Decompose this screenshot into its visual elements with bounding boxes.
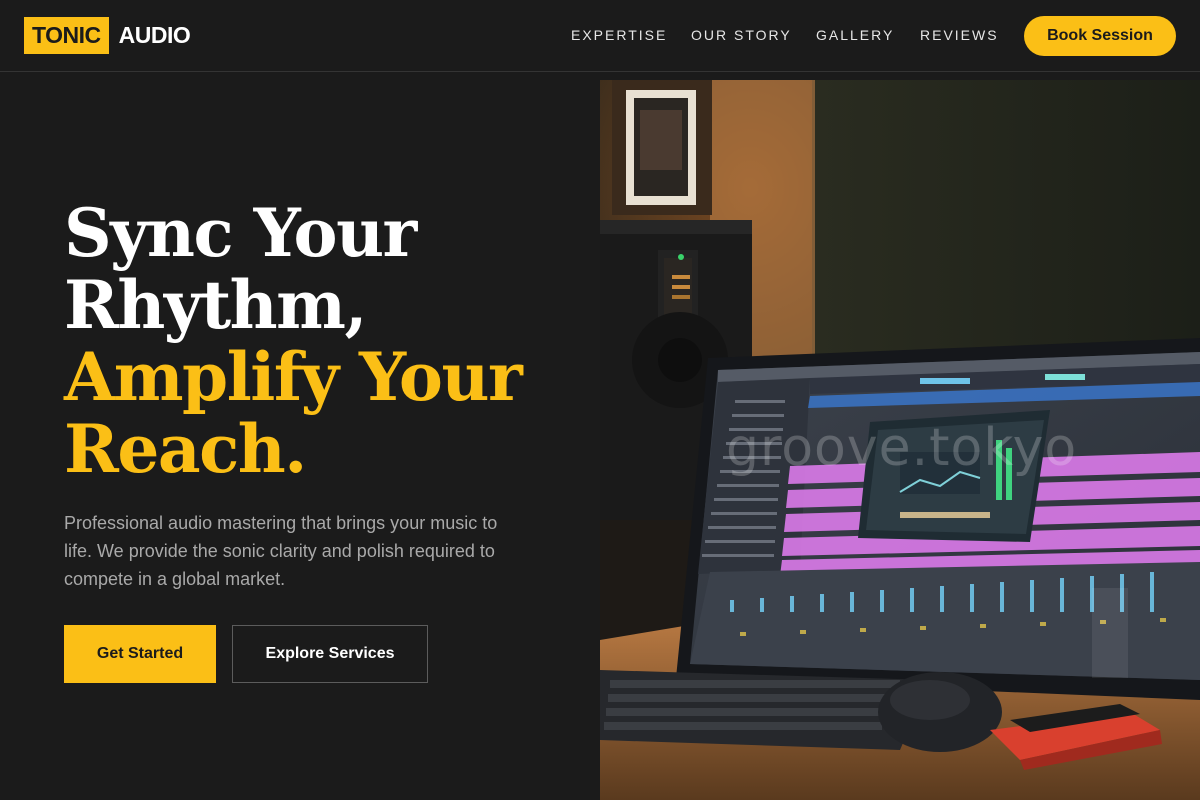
get-started-button[interactable]: Get Started bbox=[64, 625, 216, 683]
nav-item-gallery[interactable]: GALLERY bbox=[816, 27, 894, 43]
explore-services-button[interactable]: Explore Services bbox=[232, 625, 428, 683]
nav-item-our-story[interactable]: OUR STORY bbox=[691, 27, 792, 43]
nav-item-expertise[interactable]: EXPERTISE bbox=[571, 27, 667, 43]
hero-headline: Sync Your Rhythm, Amplify Your Reach. bbox=[64, 194, 523, 488]
book-session-button[interactable]: Book Session bbox=[1024, 16, 1176, 56]
headline-line-2: Rhythm, bbox=[64, 266, 367, 344]
headline-line-4: Reach. bbox=[64, 410, 307, 488]
site-header: TONIC AUDIO EXPERTISE OUR STORY GALLERY … bbox=[0, 0, 1200, 72]
nav-item-reviews[interactable]: REVIEWS bbox=[920, 27, 999, 43]
brand-logo-box: TONIC bbox=[24, 17, 109, 54]
headline-line-3: Amplify Your bbox=[64, 338, 523, 416]
image-watermark: groove.tokyo bbox=[726, 418, 1078, 478]
brand-logo[interactable]: TONIC AUDIO bbox=[24, 17, 191, 54]
headline-line-1: Sync Your bbox=[64, 194, 417, 272]
brand-logo-text: AUDIO bbox=[118, 22, 191, 48]
hero-subtitle: Professional audio mastering that brings… bbox=[64, 513, 498, 589]
hero-studio-image: groove.tokyo bbox=[600, 80, 1200, 800]
